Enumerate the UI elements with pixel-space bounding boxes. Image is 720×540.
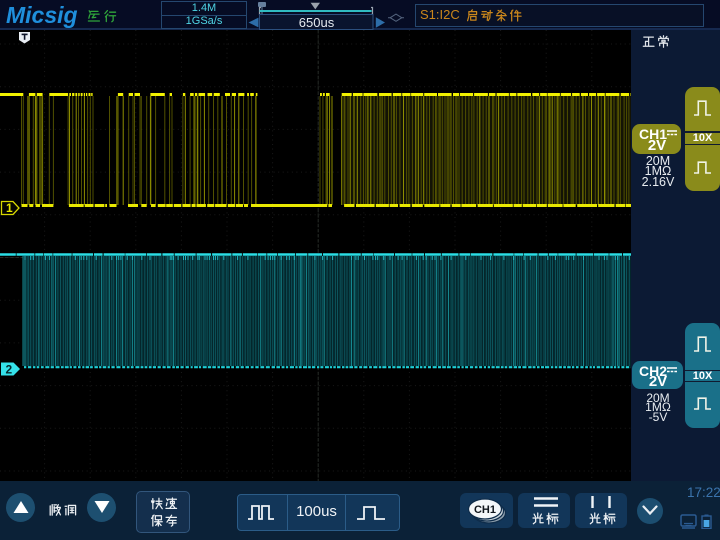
svg-text:CH1: CH1 [474, 504, 496, 516]
svg-text:1: 1 [6, 201, 13, 215]
svg-text:2: 2 [6, 363, 13, 377]
